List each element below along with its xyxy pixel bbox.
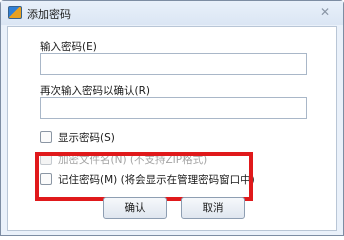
app-icon [8, 6, 22, 19]
add-password-dialog: 添加密码 ✕ 输入密码(E) 再次输入密码以确认(R) 显示密码(S) 加密文件… [0, 0, 344, 236]
show-password-label: 显示密码(S) [58, 131, 115, 144]
password-label: 输入密码(E) [40, 41, 97, 53]
confirm-password-input[interactable] [40, 97, 307, 119]
password-input[interactable] [40, 53, 307, 75]
close-icon[interactable]: ✕ [317, 5, 333, 20]
show-password-option[interactable]: 显示密码(S) [40, 130, 115, 144]
ok-button[interactable]: 确认 [103, 197, 167, 219]
dialog-title: 添加密码 [27, 8, 71, 21]
cancel-button[interactable]: 取消 [181, 197, 245, 219]
confirm-password-label: 再次输入密码以确认(R) [40, 85, 150, 97]
highlight-annotation-box [35, 152, 253, 201]
title-bar: 添加密码 ✕ [1, 1, 343, 25]
show-password-checkbox[interactable] [40, 131, 52, 143]
